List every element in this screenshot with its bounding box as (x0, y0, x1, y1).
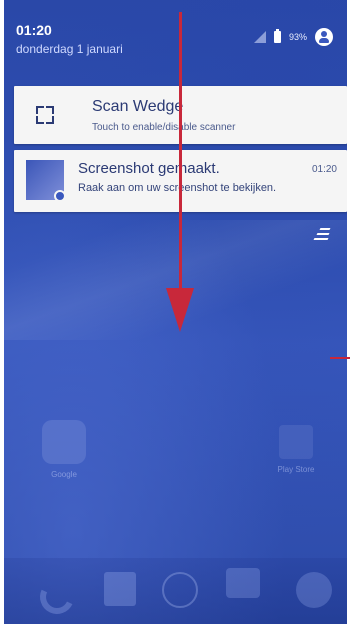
swipe-arrow-head (166, 288, 194, 332)
notification-text: Raak aan om uw screenshot te bekijken. (78, 182, 277, 194)
contacts-icon[interactable] (104, 572, 136, 606)
apps-icon[interactable] (162, 572, 198, 608)
battery-level: 93% (288, 32, 307, 42)
app-google[interactable]: Google (34, 420, 94, 479)
user-avatar-icon[interactable] (315, 28, 333, 46)
play-store-icon (279, 425, 313, 459)
notification-title: Scan Wedge (92, 98, 184, 115)
notification-shade-header: 01:20 donderdag 1 januari 93% (4, 0, 347, 84)
messages-icon[interactable] (226, 568, 260, 598)
notification-text: Touch to enable/disable scanner (92, 122, 236, 133)
side-marker (330, 357, 350, 359)
browser-icon[interactable] (296, 572, 332, 608)
battery-icon (273, 29, 281, 43)
clock: 01:20 (16, 22, 52, 38)
system-indicators: 93% (253, 28, 333, 46)
scan-icon (36, 106, 54, 124)
clear-all-icon[interactable] (313, 228, 331, 242)
notification-title: Screenshot gemaakt. (78, 160, 220, 177)
date: donderdag 1 januari (16, 42, 123, 56)
signal-icon (253, 31, 266, 43)
swipe-arrow-line (179, 12, 182, 312)
google-icon (42, 420, 86, 464)
app-play-store[interactable]: Play Store (266, 425, 326, 474)
phone-icon[interactable] (34, 572, 70, 608)
screenshot-badge-icon (54, 190, 66, 202)
app-label: Google (51, 470, 77, 479)
app-label: Play Store (277, 465, 315, 474)
notification-time: 01:20 (311, 164, 337, 175)
